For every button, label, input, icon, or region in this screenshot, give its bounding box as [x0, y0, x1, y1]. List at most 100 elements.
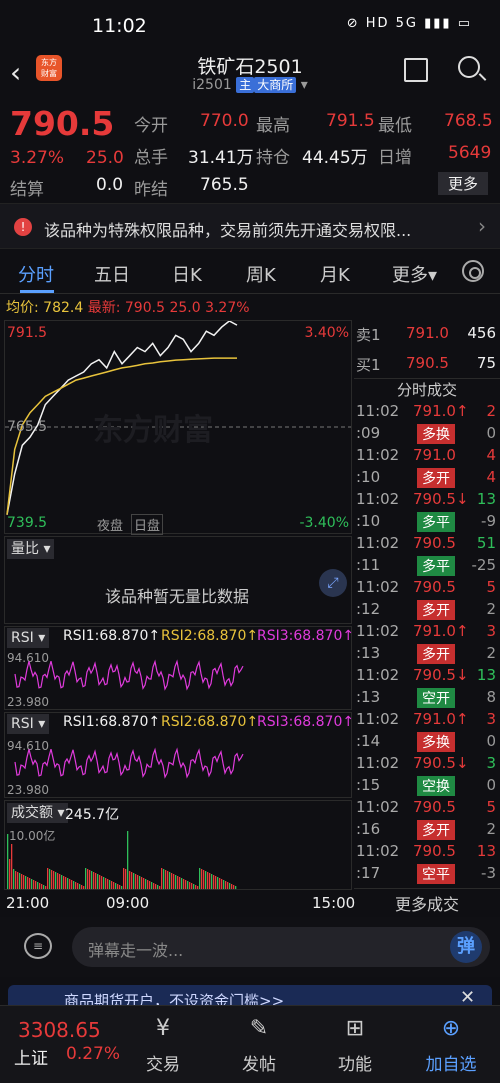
tab-underline	[20, 290, 54, 293]
turnover-bar	[105, 878, 107, 889]
more-button[interactable]: 更多	[438, 172, 489, 195]
status-bar: 11:02 ⊘ HD 5G ▮▮▮ ▭	[0, 0, 500, 50]
latest-change: 25.0	[169, 300, 201, 316]
turnover-bar	[83, 886, 85, 889]
turnover-bar	[183, 879, 185, 889]
trade-row: :16 多开 2	[356, 820, 496, 840]
turnover-bar	[41, 884, 43, 889]
rsi-line	[14, 659, 244, 691]
open-value: 770.0	[200, 111, 249, 131]
turnover-bar	[181, 878, 183, 889]
danmu-input[interactable]: 弹幕走一波... 弹	[72, 927, 490, 967]
rsi1-value: RSI1:68.870↑	[63, 714, 161, 730]
tab-intraday[interactable]: 分时	[18, 261, 54, 287]
turnover-bar	[123, 868, 125, 889]
turnover-bar	[173, 874, 175, 889]
danmu-toggle[interactable]: 弹	[450, 931, 482, 963]
turnover-bar	[57, 873, 59, 889]
gear-icon[interactable]	[462, 260, 484, 282]
rsi-line	[14, 747, 244, 779]
share-icon[interactable]	[404, 58, 428, 82]
permission-notice[interactable]: ! 该品种为特殊权限品种，交易前须先开通交易权限... ›	[0, 203, 500, 249]
prev-settle-label: 昨结	[134, 180, 168, 200]
trades-title: 分时成交	[354, 378, 500, 400]
turnover-panel: 成交额 ▾ 245.7亿 10.00亿	[4, 800, 352, 890]
turnover-bar	[107, 879, 109, 889]
bottom-nav: 3308.65 上证 0.27% ¥ 交易 ✎ 发帖 ⊞ 功能 ⊕ 加自选	[0, 1005, 500, 1083]
trade-row: 11:02 790.5↓ 3	[356, 754, 496, 772]
turnover-bar	[93, 872, 95, 889]
turnover-bar	[129, 871, 131, 889]
turnover-bar	[207, 872, 209, 889]
turnover-bar	[101, 876, 103, 889]
trade-row: 11:02 791.0↑ 3	[356, 710, 496, 728]
close-icon[interactable]: ✕	[460, 987, 475, 1007]
turnover-bar	[103, 877, 105, 889]
intraday-chart[interactable]: 东方财富 791.5 3.40% 765.5 739.5 -3.40% 夜盘 日…	[4, 320, 352, 535]
quote-panel: 790.5 3.27% 25.0 结算 0.0 今开 770.0 最高 791.…	[0, 100, 500, 202]
tab-monthly[interactable]: 月K	[320, 261, 350, 287]
rsi3-value: RSI3:68.870↑	[257, 628, 355, 644]
turnover-bar	[89, 870, 91, 889]
turnover-bar	[111, 881, 113, 889]
trade-row: 11:02 791.0↑ 2	[356, 402, 496, 420]
turnover-bar	[137, 875, 139, 889]
more-trades-button[interactable]: 更多成交	[354, 888, 500, 915]
turnover-bar	[209, 873, 211, 889]
clock: 11:02	[92, 15, 147, 37]
index-value[interactable]: 3308.65	[18, 1018, 101, 1042]
nav-post[interactable]: 发帖	[224, 1050, 294, 1075]
turnover-dropdown[interactable]: 成交额 ▾	[7, 803, 69, 823]
tab-weekly[interactable]: 周K	[246, 261, 276, 287]
avg-label: 均价:	[6, 300, 39, 316]
trade-row: 11:02 791.0 4	[356, 446, 496, 464]
turnover-bar	[161, 868, 163, 889]
ask-row[interactable]: 卖1 791.0 456	[354, 324, 500, 346]
turnover-bar	[37, 882, 39, 889]
add-watchlist-icon: ⊕	[441, 1016, 461, 1041]
tab-more[interactable]: 更多▾	[392, 261, 437, 287]
bid-row[interactable]: 买1 790.5 75	[354, 354, 500, 376]
x-axis-end: 15:00	[312, 894, 356, 912]
trade-row: 11:02 790.5 5	[356, 798, 496, 816]
y-top-price: 791.5	[7, 325, 48, 341]
low-value: 768.5	[444, 111, 493, 131]
volume-value: 31.41万	[188, 148, 254, 168]
index-name: 上证	[14, 1049, 48, 1069]
change-pct: 3.27%	[10, 148, 65, 168]
rsi-dropdown-2[interactable]: RSI ▾	[7, 714, 50, 734]
turnover-bar	[59, 874, 61, 889]
trade-row: :14 多换 0	[356, 732, 496, 752]
status-icons: ⊘ HD 5G ▮▮▮ ▭	[346, 16, 472, 31]
volume-ratio-dropdown[interactable]: 量比 ▾	[7, 539, 55, 559]
search-icon[interactable]	[458, 56, 480, 78]
latest-label: 最新:	[87, 300, 121, 316]
settle-label: 结算	[10, 180, 44, 200]
rsi-dropdown-1[interactable]: RSI ▾	[7, 628, 50, 648]
tab-daily[interactable]: 日K	[172, 261, 202, 287]
nav-trade[interactable]: 交易	[128, 1050, 198, 1075]
daily-inc-label: 日增	[378, 148, 412, 168]
danmu-placeholder: 弹幕走一波...	[88, 941, 184, 960]
turnover-bar	[227, 882, 229, 889]
turnover-bar	[147, 880, 149, 889]
turnover-bar	[117, 884, 119, 889]
rsi-panel-2: RSI ▾ RSI1:68.870↑ RSI2:68.870↑ RSI3:68.…	[4, 712, 354, 798]
promo-banner[interactable]: 商品期货开户，不设资金门槛>> ✕	[8, 985, 492, 1007]
y-bot-price: 739.5	[7, 515, 48, 531]
turnover-bar	[191, 883, 193, 889]
tab-5day[interactable]: 五日	[94, 261, 130, 287]
turnover-bar	[125, 869, 127, 889]
rsi2-value: RSI2:68.870↑	[161, 628, 259, 644]
turnover-bar	[231, 884, 233, 889]
turnover-bar	[211, 874, 213, 889]
turnover-bar	[15, 871, 17, 889]
turnover-bar	[229, 883, 231, 889]
turnover-bar	[141, 877, 143, 889]
trade-row: :15 空换 0	[356, 776, 496, 796]
nav-function[interactable]: 功能	[320, 1050, 390, 1075]
nav-add-watchlist[interactable]: 加自选	[416, 1050, 486, 1075]
turnover-bar	[133, 873, 135, 889]
comment-list-icon[interactable]: ≡	[24, 933, 52, 959]
expand-icon[interactable]: ⤢	[319, 569, 347, 597]
